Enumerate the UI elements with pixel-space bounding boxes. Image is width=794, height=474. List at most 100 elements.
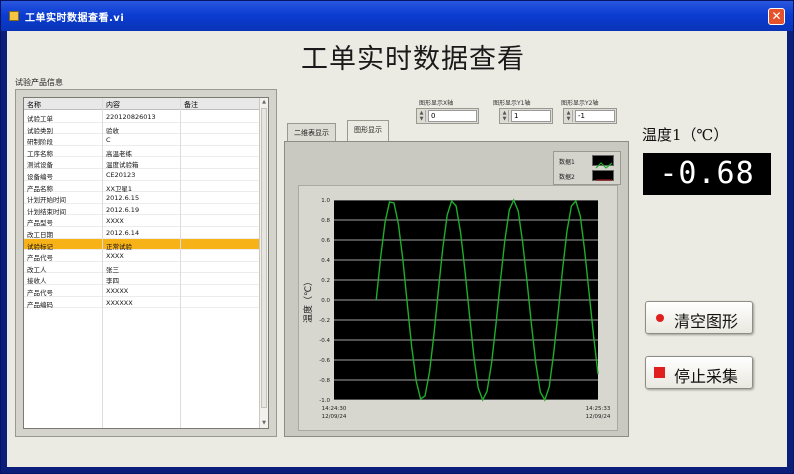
- spin-arrows-icon[interactable]: ▲ ▼: [418, 110, 426, 122]
- y-tick-label: -0.2: [319, 318, 330, 324]
- y2-axis-control[interactable]: ▲ ▼ -1: [563, 108, 617, 124]
- y1-axis-value[interactable]: 1: [511, 110, 551, 122]
- tab-graph-view[interactable]: 图形显示: [347, 120, 389, 141]
- row-name: 产品名称: [27, 184, 53, 193]
- x-axis-control[interactable]: ▲ ▼ 0: [416, 108, 479, 124]
- y-tick-label: -0.6: [319, 358, 330, 364]
- row-name: 研制阶段: [27, 138, 53, 147]
- spin-arrows-icon[interactable]: ▲ ▼: [565, 110, 573, 122]
- info-listbox[interactable]: 名称 内容 备注 试验工单 220120826013 试验类别 验收 研制阶段 C 工序名称…: [23, 97, 269, 429]
- row-name: 改工日期: [27, 231, 53, 239]
- x-tick-date: 12/09/24: [322, 414, 347, 420]
- info-scrollbar[interactable]: ▲ ▼: [259, 98, 268, 428]
- row-name: 设备编号: [27, 173, 53, 181]
- column-divider: [180, 98, 181, 428]
- row-value: 验收: [106, 126, 119, 135]
- tab-table-view[interactable]: 二维表显示: [287, 123, 336, 141]
- legend-series-2-label: 数据2: [559, 174, 575, 181]
- x-axis-value[interactable]: 0: [428, 110, 477, 122]
- y-tick-label: 1.0: [321, 198, 330, 204]
- table-row[interactable]: 改工日期 2012.6.14: [24, 227, 260, 239]
- table-row[interactable]: 接收人 李四: [24, 273, 260, 285]
- y2-axis-control-label: 图形显示Y2轴: [561, 100, 599, 107]
- table-row[interactable]: 产品型号 XXXX: [24, 215, 260, 227]
- row-name: 产品代号: [27, 254, 53, 263]
- x-tick-time: 14:24:30: [322, 406, 347, 412]
- row-name: 工序名称: [27, 149, 53, 158]
- table-row[interactable]: 计划开始时间 2012.6.15: [24, 192, 260, 204]
- temperature-display: -0.68: [643, 153, 771, 195]
- row-value: 张三: [106, 265, 119, 274]
- row-value: XXXX: [106, 252, 124, 261]
- table-row[interactable]: 产品代号 XXXX: [24, 250, 260, 262]
- column-divider: [102, 98, 103, 428]
- spin-arrows-icon[interactable]: ▲ ▼: [501, 110, 509, 122]
- title-bar[interactable]: 工单实时数据查看.vi ✕: [1, 1, 793, 31]
- y-tick-label: -1.0: [319, 398, 330, 404]
- x-tick-time: 14:25:33: [586, 406, 611, 412]
- y-tick-label: -0.8: [319, 378, 330, 384]
- row-name: 计划结束时间: [27, 207, 66, 216]
- scroll-up-icon[interactable]: ▲: [261, 99, 267, 105]
- table-row[interactable]: 试验工单 220120826013: [24, 111, 260, 123]
- page-title: 工单实时数据查看: [301, 44, 525, 75]
- chart-svg: 1.0 0.8 0.6 0.4 0.2 0.0 -0.2 -0.4 -0.6 -0.8 -1.0 温度…: [302, 198, 611, 420]
- table-row[interactable]: 工序名称 高温老练: [24, 146, 260, 158]
- y1-axis-control[interactable]: ▲ ▼ 1: [499, 108, 553, 124]
- table-row[interactable]: 设备编号 CE20123: [24, 169, 260, 181]
- stop-acquisition-label: 停止采集: [674, 367, 739, 386]
- table-row[interactable]: 测试设备 温度试验箱: [24, 157, 260, 169]
- y-tick-label: -0.4: [319, 338, 330, 344]
- row-value: 高温老练: [106, 149, 132, 158]
- table-row[interactable]: 试验类别 验收: [24, 123, 260, 135]
- header-note: 备注: [184, 101, 198, 109]
- info-list-header: 名称 内容 备注: [24, 98, 260, 110]
- x-tick-date: 12/09/24: [586, 414, 611, 420]
- scrollbar-thumb[interactable]: [261, 108, 267, 408]
- row-value: XXXX: [106, 217, 124, 226]
- clear-graph-button[interactable]: 清空图形: [645, 301, 753, 334]
- row-value: 2012.6.15: [106, 194, 140, 203]
- y-tick-label: 0.2: [321, 278, 330, 284]
- window-title: 工单实时数据查看.vi: [25, 13, 125, 24]
- row-name: 改工人: [27, 265, 47, 274]
- row-value: 正常试验: [106, 242, 132, 251]
- info-panel-label: 试验产品信息: [15, 78, 63, 87]
- table-row[interactable]: 试验标记 正常试验: [24, 238, 260, 251]
- row-name: 试验类别: [27, 126, 53, 135]
- y-tick-label: 0.0: [321, 298, 330, 304]
- legend-series-2-swatch[interactable]: [592, 170, 614, 181]
- row-name: 计划开始时间: [27, 196, 66, 205]
- table-row[interactable]: 计划结束时间 2012.6.19: [24, 204, 260, 216]
- row-value: XXXXX: [106, 287, 129, 295]
- header-value: 内容: [106, 101, 120, 109]
- close-button[interactable]: ✕: [768, 8, 785, 25]
- row-value: XX卫星1: [106, 184, 133, 193]
- row-value: CE20123: [106, 171, 136, 179]
- row-value: XXXXXX: [106, 298, 133, 307]
- y-tick-label: 0.6: [321, 238, 330, 244]
- table-row[interactable]: 改工人 张三: [24, 262, 260, 274]
- legend-series-1-swatch[interactable]: [592, 155, 614, 169]
- table-row[interactable]: 研制阶段 C: [24, 134, 260, 146]
- row-value: 220120826013: [106, 113, 156, 121]
- row-name: 产品型号: [27, 219, 53, 228]
- labview-app-icon: [9, 11, 19, 21]
- scroll-down-icon[interactable]: ▼: [261, 420, 267, 426]
- table-row[interactable]: 产品代号 XXXXX: [24, 285, 260, 297]
- y-axis-title: 温度（℃）: [302, 277, 314, 323]
- y2-axis-value[interactable]: -1: [575, 110, 615, 122]
- row-name: 产品代号: [27, 289, 53, 297]
- app-window: 工单实时数据查看.vi ✕ 工单实时数据查看 试验产品信息 名称 内容 备注 试…: [0, 0, 794, 474]
- table-row[interactable]: 产品名称 XX卫星1: [24, 181, 260, 193]
- temperature-label: 温度1（℃）: [642, 126, 729, 144]
- table-row[interactable]: 产品编码 XXXXXX: [24, 297, 260, 309]
- row-name: 测试设备: [27, 161, 53, 170]
- header-name: 名称: [27, 101, 41, 109]
- waveform-chart[interactable]: 1.0 0.8 0.6 0.4 0.2 0.0 -0.2 -0.4 -0.6 -0.8 -1.0 温度…: [298, 185, 618, 431]
- row-name: 试验工单: [27, 115, 53, 123]
- row-value: 2012.6.14: [106, 229, 140, 237]
- x-axis-control-label: 图形显示X轴: [419, 100, 454, 107]
- stop-acquisition-button[interactable]: 停止采集: [645, 356, 753, 389]
- row-value: C: [106, 136, 111, 145]
